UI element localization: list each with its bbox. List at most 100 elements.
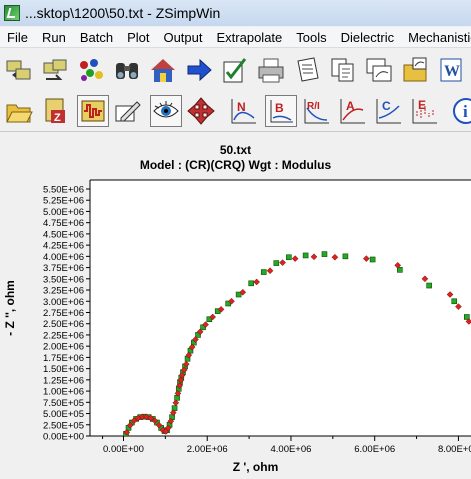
move-plot-button[interactable] xyxy=(184,94,218,128)
x-axis-title: Z ', ohm xyxy=(233,460,279,474)
forward-button[interactable] xyxy=(182,53,216,87)
y-tick-label: 4.75E+06 xyxy=(43,218,84,229)
binoculars-button[interactable] xyxy=(110,53,144,87)
svg-text:N: N xyxy=(237,100,246,114)
open-data-button[interactable] xyxy=(38,53,72,87)
plot-b-icon: B xyxy=(270,100,293,123)
measured-data-point xyxy=(273,260,280,266)
binoculars-icon xyxy=(116,63,138,79)
eye-view-button[interactable] xyxy=(150,95,182,127)
y-tick-label: 5.00E+06 xyxy=(43,207,84,218)
import-data-icon xyxy=(6,60,31,80)
copy-icon xyxy=(331,58,354,82)
checklist-icon xyxy=(223,58,247,83)
y-tick-label: 4.25E+06 xyxy=(43,241,84,252)
y-axis-title: - Z '', ohm xyxy=(3,280,17,336)
window-title: ...sktop\1200\50.txt - ZSimpWin xyxy=(25,5,221,21)
menu-extrapolate[interactable]: Extrapolate xyxy=(210,30,290,45)
open-folder-icon xyxy=(6,104,33,123)
measured-data-point xyxy=(260,269,267,275)
nyquist-plot[interactable]: 0.00E+002.50E+055.00E+057.50E+051.00E+06… xyxy=(0,133,471,479)
window-titlebar[interactable]: ...sktop\1200\50.txt - ZSimpWin xyxy=(0,0,471,26)
plot-a-icon: A xyxy=(340,99,365,124)
waveform-button[interactable] xyxy=(77,95,109,127)
y-tick-label: 5.00E+05 xyxy=(43,409,84,420)
plot-ri-button[interactable]: R/I xyxy=(299,94,333,128)
plot-a-button[interactable]: A xyxy=(335,94,369,128)
y-tick-label: 2.75E+06 xyxy=(43,308,84,319)
zsimpwin-app-icon[interactable] xyxy=(4,5,20,21)
printer-icon xyxy=(258,58,284,83)
info-button[interactable]: i xyxy=(449,94,471,128)
menu-batch[interactable]: Batch xyxy=(73,30,120,45)
measured-data-point xyxy=(369,256,376,263)
plot-e-button[interactable]: E xyxy=(407,94,441,128)
graph-window-button[interactable] xyxy=(362,53,396,87)
menu-run[interactable]: Run xyxy=(35,30,73,45)
y-tick-label: 1.00E+06 xyxy=(43,387,84,398)
open-graph-button[interactable] xyxy=(398,53,432,87)
svg-text:B: B xyxy=(275,101,284,115)
svg-text:R/I: R/I xyxy=(307,101,320,112)
graph-window-icon xyxy=(366,58,392,82)
measured-data-point xyxy=(342,253,349,260)
word-export-button[interactable]: W xyxy=(434,53,468,87)
home-icon xyxy=(151,59,175,82)
measured-data-point xyxy=(426,282,432,289)
info-icon: i xyxy=(453,98,471,124)
print-button[interactable] xyxy=(254,53,288,87)
plot-area[interactable]: 50.txt Model : (CR)(CRQ) Wgt : Modulus 0… xyxy=(0,133,471,479)
measured-data-point xyxy=(248,280,254,287)
checklist-button[interactable] xyxy=(218,53,252,87)
molecule-icon xyxy=(80,59,103,81)
y-tick-label: 3.50E+06 xyxy=(43,274,84,285)
y-tick-label: 3.00E+06 xyxy=(43,297,84,308)
plot-c-icon: C xyxy=(376,99,401,124)
plot-toolbar: Z N B R/I A C E i xyxy=(0,91,471,132)
y-tick-label: 2.50E+05 xyxy=(43,420,84,431)
y-tick-label: 2.25E+06 xyxy=(43,330,84,341)
plot-b-button[interactable]: B xyxy=(265,95,297,127)
menu-output[interactable]: Output xyxy=(156,30,209,45)
svg-text:C: C xyxy=(382,99,391,113)
menu-bar: File Run Batch Plot Output Extrapolate T… xyxy=(0,27,471,48)
home-button[interactable] xyxy=(146,53,180,87)
import-data-button[interactable] xyxy=(2,53,36,87)
plot-n-icon: N xyxy=(231,99,256,124)
report-button[interactable] xyxy=(290,53,324,87)
waveform-icon xyxy=(81,100,105,122)
edit-circuit-button[interactable] xyxy=(111,94,145,128)
open-folder-graph-icon xyxy=(403,57,427,82)
open-data-icon xyxy=(43,59,67,80)
z-file-icon: Z xyxy=(45,98,65,124)
y-tick-label: 2.50E+06 xyxy=(43,319,84,330)
plot-e-icon: E xyxy=(412,98,437,124)
y-tick-label: 0.00E+00 xyxy=(43,432,84,443)
y-tick-label: 5.50E+06 xyxy=(43,184,84,195)
y-tick-label: 1.25E+06 xyxy=(43,375,84,386)
plot-c-button[interactable]: C xyxy=(371,94,405,128)
menu-mechanistic[interactable]: Mechanistic xyxy=(401,30,471,45)
svg-text:Z: Z xyxy=(54,112,61,124)
menu-plot[interactable]: Plot xyxy=(120,30,156,45)
measured-data-point xyxy=(321,251,328,257)
plot-n-button[interactable]: N xyxy=(226,94,260,128)
molecule-button[interactable] xyxy=(74,53,108,87)
menu-file[interactable]: File xyxy=(0,30,35,45)
svg-text:A: A xyxy=(346,99,355,113)
copy-button[interactable] xyxy=(326,53,360,87)
menu-dielectric[interactable]: Dielectric xyxy=(334,30,401,45)
y-tick-label: 7.50E+05 xyxy=(43,398,84,409)
y-tick-label: 3.75E+06 xyxy=(43,263,84,274)
x-tick-label: 6.00E+06 xyxy=(354,444,395,455)
menu-tools[interactable]: Tools xyxy=(289,30,333,45)
x-tick-label: 2.00E+06 xyxy=(187,444,228,455)
x-tick-label: 4.00E+06 xyxy=(270,444,311,455)
plot-ri-icon: R/I xyxy=(304,99,329,124)
move-arrows-icon xyxy=(187,97,215,125)
report-icon xyxy=(297,57,319,82)
x-tick-label: 0.00E+00 xyxy=(103,444,144,455)
z-file-button[interactable]: Z xyxy=(38,94,72,128)
open-folder-button[interactable] xyxy=(2,94,36,128)
plot-background xyxy=(90,180,471,436)
